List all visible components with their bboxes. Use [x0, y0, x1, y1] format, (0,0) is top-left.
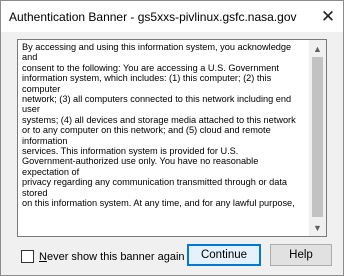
banner-line: network; (3) all computers connected to …	[22, 94, 292, 105]
scroll-down-icon[interactable]: ▼	[309, 219, 326, 236]
banner-line: or to any computer on this network; and …	[22, 125, 271, 136]
banner-line: user	[22, 104, 40, 115]
banner-line: and	[22, 52, 38, 63]
banner-line: computer	[22, 83, 61, 94]
banner-line: information system, which includes: (1) …	[22, 73, 272, 84]
help-button[interactable]: Help	[270, 244, 332, 266]
banner-line: systems; (4) all devices and storage med…	[22, 114, 296, 125]
scrollbar-thumb[interactable]	[312, 57, 323, 217]
authentication-banner-dialog: Authentication Banner - gs5xxs-pivlinux.…	[0, 0, 344, 276]
scroll-up-icon[interactable]: ▲	[309, 40, 326, 57]
banner-line: on this information system. At any time,…	[22, 198, 295, 209]
never-show-checkbox-row[interactable]: Never show this banner again	[21, 250, 185, 263]
continue-button[interactable]: Continue	[187, 244, 261, 266]
never-show-label: Never show this banner again	[39, 250, 185, 263]
close-icon[interactable]: ✕	[313, 1, 343, 32]
banner-line: stored	[22, 187, 48, 198]
banner-line: privacy regarding any communication tran…	[22, 177, 288, 188]
never-show-checkbox[interactable]	[21, 250, 34, 263]
vertical-scrollbar[interactable]: ▲ ▼	[309, 40, 326, 236]
banner-text-area[interactable]: By accessing and using this information …	[17, 39, 327, 237]
banner-line: information	[22, 135, 68, 146]
window-title: Authentication Banner - gs5xxs-pivlinux.…	[9, 10, 297, 24]
banner-line: services. This information system is pro…	[22, 146, 239, 157]
banner-line: Government-authorized use only. You have…	[22, 156, 259, 167]
banner-line: consent to the following: You are access…	[22, 62, 279, 73]
banner-line: By accessing and using this information …	[22, 42, 292, 52]
banner-text: By accessing and using this information …	[22, 42, 310, 209]
title-bar: Authentication Banner - gs5xxs-pivlinux.…	[1, 1, 343, 32]
banner-line: expectation of	[22, 166, 80, 177]
